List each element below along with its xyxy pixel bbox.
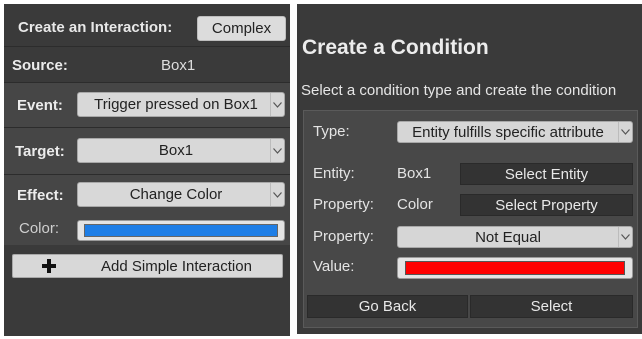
effect-select-value: Change Color: [129, 186, 223, 203]
interaction-panel: Create an Interaction: Complex Source: B…: [4, 4, 290, 336]
complex-button[interactable]: Complex: [197, 16, 286, 41]
comparison-select-value: Not Equal: [475, 228, 541, 246]
value-color-swatch: [405, 261, 625, 275]
interaction-title: Create an Interaction:: [18, 19, 173, 36]
comparison-select[interactable]: Not Equal: [397, 226, 633, 248]
effect-select[interactable]: Change Color: [77, 182, 285, 207]
target-label: Target:: [15, 143, 65, 160]
add-simple-interaction-label: Add Simple Interaction: [101, 258, 252, 275]
chevron-down-icon: [618, 122, 632, 142]
entity-value: Box1: [397, 165, 432, 182]
property-label: Property:: [313, 196, 374, 213]
select-entity-button[interactable]: Select Entity: [460, 163, 633, 185]
interaction-header: Create an Interaction: Complex: [4, 12, 290, 42]
type-select[interactable]: Entity fulfills specific attribute: [397, 121, 633, 143]
value-label: Value:: [313, 258, 355, 275]
chevron-down-icon: [270, 93, 284, 116]
target-select-value: Box1: [158, 142, 194, 159]
color-label: Color:: [19, 220, 60, 237]
event-select-value: Trigger pressed on Box1: [94, 96, 258, 113]
condition-subtitle: Select a condition type and create the c…: [301, 82, 617, 99]
type-label: Type:: [313, 123, 350, 140]
event-label: Event:: [17, 97, 63, 114]
select-button[interactable]: Select: [470, 295, 633, 318]
type-select-value: Entity fulfills specific attribute: [412, 123, 604, 141]
go-back-button[interactable]: Go Back: [307, 295, 468, 318]
effect-label: Effect:: [17, 187, 64, 204]
chevron-down-icon: [618, 227, 632, 247]
chevron-down-icon: [270, 139, 284, 162]
condition-form: Type: Entity fulfills specific attribute…: [303, 110, 638, 328]
color-picker[interactable]: [77, 220, 285, 241]
condition-panel: Create a Condition Select a condition ty…: [297, 4, 642, 334]
event-select[interactable]: Trigger pressed on Box1: [77, 92, 285, 117]
target-select[interactable]: Box1: [77, 138, 285, 163]
source-label: Source:: [12, 57, 68, 74]
source-value: Box1: [161, 57, 196, 74]
effect-section: Effect: Change Color Color:: [4, 175, 290, 245]
event-row: Event: Trigger pressed on Box1: [4, 83, 290, 127]
target-row: Target: Box1: [4, 128, 290, 174]
property-value: Color: [397, 196, 433, 213]
entity-label: Entity:: [313, 165, 355, 182]
add-simple-interaction-button[interactable]: Add Simple Interaction: [12, 254, 283, 278]
color-swatch: [84, 224, 278, 237]
value-color-picker[interactable]: [397, 257, 633, 279]
condition-title: Create a Condition: [302, 36, 489, 59]
property-compare-label: Property:: [313, 228, 374, 245]
source-row: Source: Box1: [4, 47, 290, 82]
chevron-down-icon: [270, 183, 284, 206]
plus-icon: [41, 258, 57, 274]
select-property-button[interactable]: Select Property: [460, 194, 633, 216]
